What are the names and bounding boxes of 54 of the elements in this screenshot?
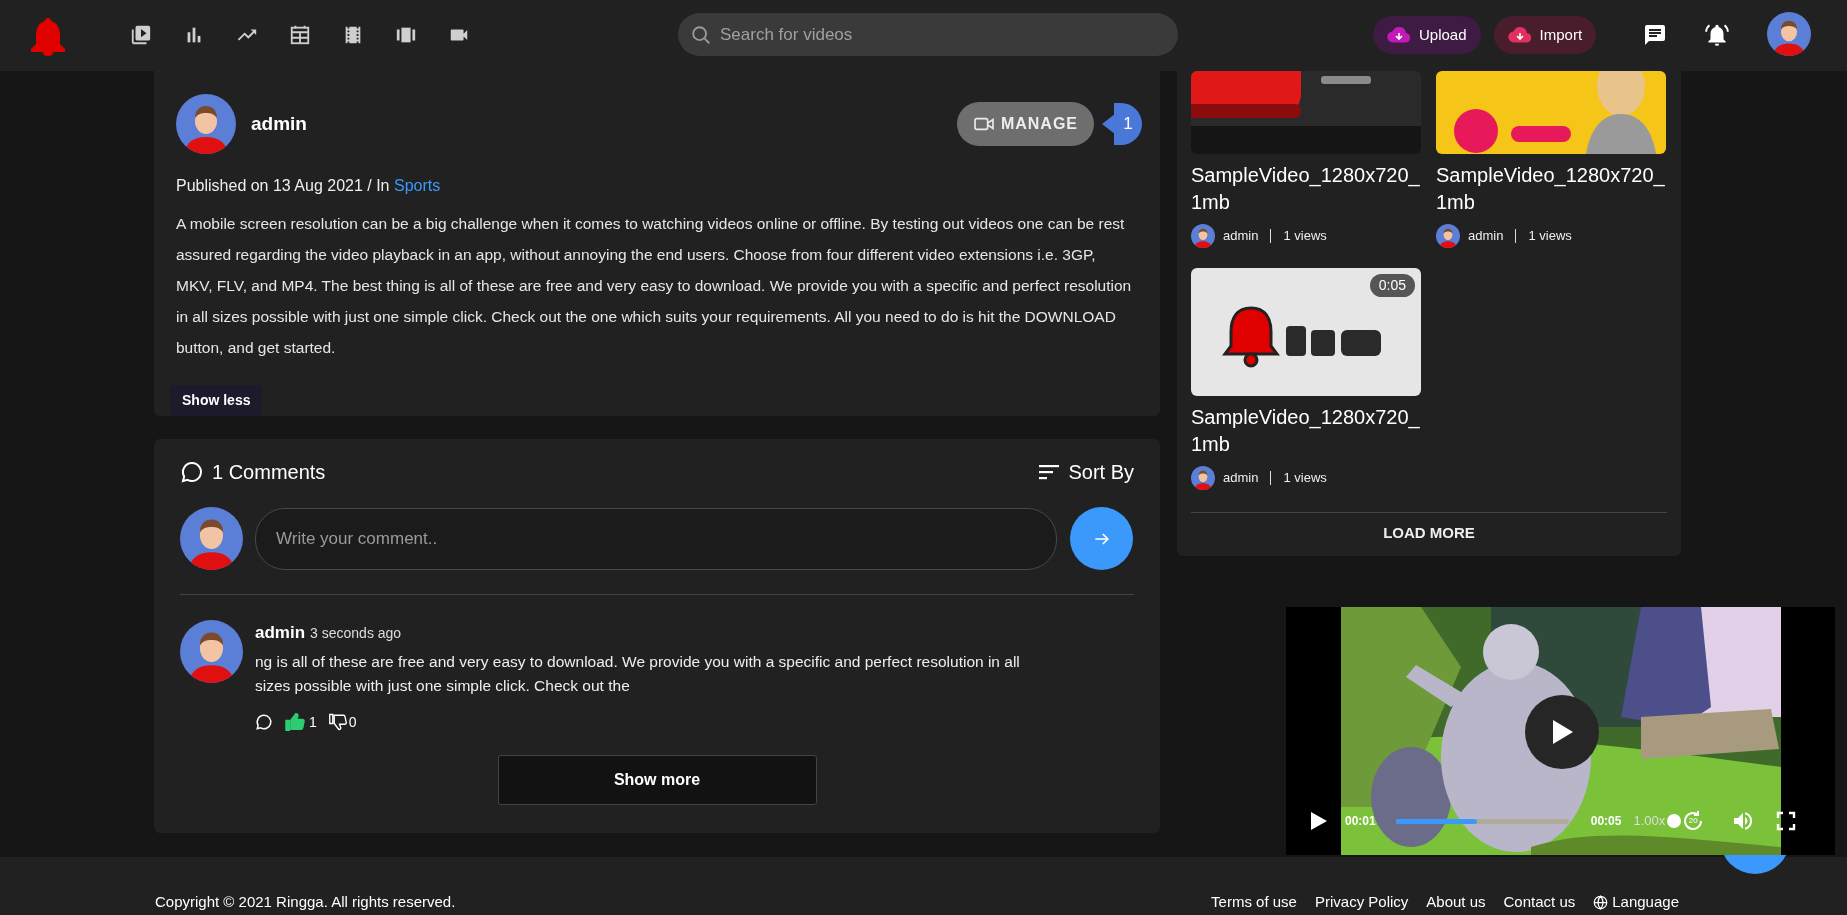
category-link[interactable]: Sports	[393, 177, 441, 194]
footer-link[interactable]: About us	[1426, 891, 1486, 914]
video-title[interactable]: SampleVideo_1280x720_1mb	[1191, 404, 1421, 458]
video-author[interactable]: admin	[1223, 468, 1259, 488]
duration-time: 00:05	[1590, 813, 1622, 830]
progress-track[interactable]	[1395, 818, 1569, 824]
search-icon	[690, 24, 712, 46]
cloud-icon	[1507, 26, 1532, 44]
manage-button[interactable]: MANAGE	[956, 102, 1094, 146]
sort-by-button[interactable]: Sort By	[1038, 457, 1134, 487]
show-less-button[interactable]: Show less	[170, 385, 263, 416]
chat-icon[interactable]	[1643, 23, 1667, 47]
fullscreen-icon[interactable]	[1776, 811, 1797, 831]
calendar-icon[interactable]	[289, 24, 311, 46]
avatar	[176, 94, 236, 154]
avatar	[1767, 12, 1811, 56]
language-link[interactable]: Language	[1593, 891, 1679, 914]
comment-time: 3 seconds ago	[310, 624, 402, 643]
notification-bell-icon[interactable]	[1704, 22, 1730, 48]
search-field[interactable]: Search for videos	[678, 13, 1178, 56]
comment-author[interactable]: admin	[255, 620, 306, 646]
copyright-text: Copyright © 2021 Ringga. All rights reserved.	[155, 892, 456, 912]
video-author[interactable]: admin	[1468, 226, 1504, 246]
footer-link[interactable]: Privacy Policy	[1314, 891, 1409, 914]
reply-icon[interactable]	[255, 713, 273, 731]
sort-icon	[1038, 463, 1061, 481]
import-button[interactable]: Import	[1493, 16, 1597, 54]
show-more-button[interactable]: Show more	[497, 754, 817, 805]
view-count: 1 views	[1283, 227, 1327, 246]
video-title[interactable]: SampleVideo_1280x720_1mb	[1191, 162, 1421, 216]
author-name[interactable]: admin	[251, 109, 307, 139]
comments-title: 1 Comments	[212, 460, 326, 485]
comment-bubble-icon	[180, 460, 204, 484]
avatar	[1436, 224, 1460, 248]
avatar	[1191, 224, 1215, 248]
comment-text: ng is all of these are free and very easy to download. We provide you with a specific and perfect resolution in all sizes possible with just one simple click. Check out the	[255, 651, 1021, 696]
video-description: A mobile screen resolution can be a big challenge when it comes to watching videos online or offline. By testing out videos one can be rest assured regarding the video playback in an app, without annoying the end users. Choose from four different video extensions i.e. 3GP, MKV, FLV, and MP4. The best thing is all of these are free and very easy to download. We provide you with a specific and perfect resolution in all sizes possible with just one simple click. Check out the one which suits your requirements. All you need to do is hit the DOWNLOAD button, and get started.	[176, 214, 1133, 358]
video-author[interactable]: admin	[1223, 226, 1259, 246]
count-badge: 1	[1102, 103, 1142, 145]
video-title[interactable]: SampleVideo_1280x720_1mb	[1436, 162, 1666, 216]
cloud-icon	[1387, 26, 1411, 44]
view-count: 1 views	[1528, 227, 1572, 246]
play-icon[interactable]	[1310, 811, 1328, 831]
upload-button[interactable]: Upload	[1373, 16, 1481, 54]
footer-link[interactable]: Terms of use	[1211, 891, 1297, 914]
view-count: 1 views	[1283, 469, 1327, 488]
globe-icon	[1593, 894, 1609, 910]
footer-link[interactable]: Contact us	[1503, 891, 1576, 914]
comment-input-field[interactable]: Write your comment..	[255, 507, 1057, 570]
published-date: Published on 13 Aug 2021 / In	[176, 177, 390, 194]
video-camera-icon	[972, 115, 995, 133]
avatar	[1191, 466, 1215, 490]
load-more-button[interactable]: LOAD MORE	[1383, 521, 1475, 545]
current-time: 00:01	[1345, 813, 1376, 830]
